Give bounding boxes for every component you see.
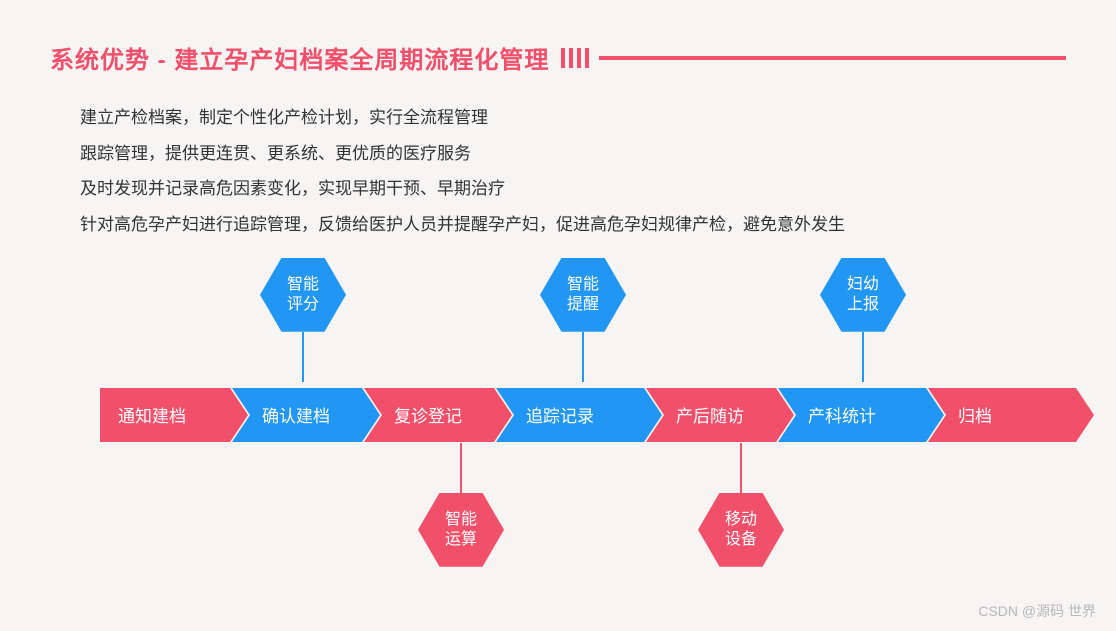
hex-node: 智能 提醒 <box>540 258 626 332</box>
flow-diagram: 智能 评分 智能 提醒 妇幼 上报 通知建档 确认建档 复诊登记 追踪记录 <box>50 268 1066 588</box>
flow-step: 产后随访 <box>646 388 776 442</box>
flow-step-label: 通知建档 <box>118 402 186 427</box>
desc-line: 跟踪管理，提供更连贯、更系统、更优质的医疗服务 <box>80 136 1066 172</box>
flow-step: 产科统计 <box>778 388 926 442</box>
flow-step: 通知建档 <box>100 388 230 442</box>
hex-line2: 运算 <box>445 530 477 550</box>
flow-step-label: 产后随访 <box>676 402 744 427</box>
hex-node: 移动 设备 <box>698 493 784 567</box>
description-block: 建立产检档案，制定个性化产检计划，实行全流程管理 跟踪管理，提供更连贯、更系统、… <box>80 100 1066 243</box>
hex-line1: 智能 <box>287 275 319 295</box>
connector-line <box>740 443 742 493</box>
hex-line2: 上报 <box>847 295 879 315</box>
desc-line: 建立产检档案，制定个性化产检计划，实行全流程管理 <box>80 100 1066 136</box>
connector-line <box>302 332 304 382</box>
title-divider <box>599 56 1066 60</box>
flow-step-label: 产科统计 <box>808 402 876 427</box>
process-flow-row: 通知建档 确认建档 复诊登记 追踪记录 产后随访 产科统计 归档 <box>100 388 1078 442</box>
flow-step-label: 复诊登记 <box>394 402 462 427</box>
flow-step: 确认建档 <box>232 388 362 442</box>
title-row: 系统优势 - 建立孕产妇档案全周期流程化管理 <box>50 40 1066 75</box>
watermark: CSDN @源码 世界 <box>978 601 1096 621</box>
flow-step: 归档 <box>928 388 1076 442</box>
hex-line1: 移动 <box>725 510 757 530</box>
connector-line <box>460 443 462 493</box>
flow-step-label: 归档 <box>958 402 992 427</box>
hex-line1: 智能 <box>567 275 599 295</box>
callout-bottom: 移动 设备 <box>698 443 784 567</box>
flow-step-label: 追踪记录 <box>526 402 594 427</box>
hex-node: 智能 运算 <box>418 493 504 567</box>
desc-line: 针对高危孕产妇进行追踪管理，反馈给医护人员并提醒孕产妇，促进高危孕妇规律产检，避… <box>80 207 1066 243</box>
desc-line: 及时发现并记录高危因素变化，实现早期干预、早期治疗 <box>80 171 1066 207</box>
callout-top: 妇幼 上报 <box>820 258 906 382</box>
connector-line <box>862 332 864 382</box>
hex-line1: 智能 <box>445 510 477 530</box>
hex-line1: 妇幼 <box>847 275 879 295</box>
hex-line2: 设备 <box>725 530 757 550</box>
callout-top: 智能 评分 <box>260 258 346 382</box>
page-title: 系统优势 - 建立孕产妇档案全周期流程化管理 <box>50 40 549 75</box>
callout-bottom: 智能 运算 <box>418 443 504 567</box>
hex-node: 妇幼 上报 <box>820 258 906 332</box>
flow-step: 复诊登记 <box>364 388 494 442</box>
connector-line <box>582 332 584 382</box>
flow-step: 追踪记录 <box>496 388 644 442</box>
callout-top: 智能 提醒 <box>540 258 626 382</box>
flow-step-label: 确认建档 <box>262 402 330 427</box>
hex-node: 智能 评分 <box>260 258 346 332</box>
hex-line2: 评分 <box>287 295 319 315</box>
hex-line2: 提醒 <box>567 295 599 315</box>
title-bars-icon <box>561 48 589 68</box>
